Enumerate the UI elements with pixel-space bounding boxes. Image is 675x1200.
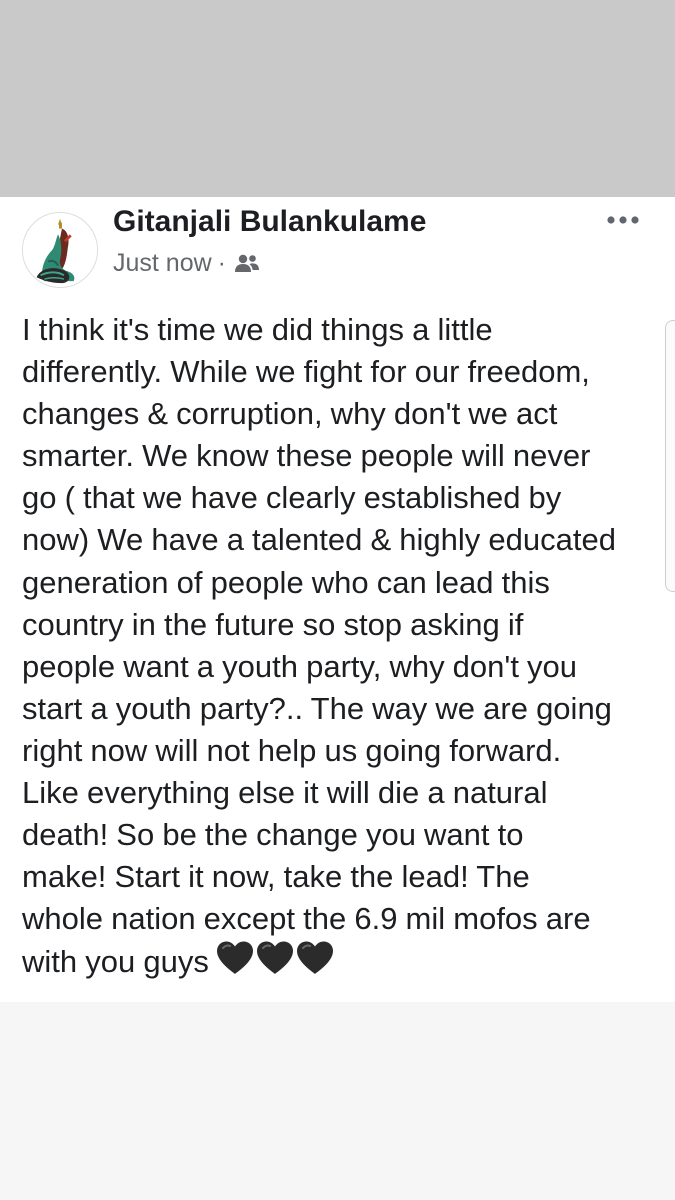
more-options-button[interactable] <box>600 207 646 233</box>
friends-icon[interactable] <box>234 253 260 275</box>
post-text: I think it's time we did things a little… <box>22 309 662 984</box>
black-heart-icon <box>295 940 335 976</box>
post-body-text: I think it's time we did things a little… <box>22 312 616 980</box>
scroll-indicator[interactable] <box>665 320 675 592</box>
author-name[interactable]: Gitanjali Bulankulame <box>113 205 426 239</box>
avatar[interactable] <box>22 212 98 288</box>
black-heart-icon <box>255 940 295 976</box>
meta-separator: · <box>217 249 226 277</box>
avatar-image <box>23 213 97 287</box>
post-meta: Just now · <box>113 249 260 278</box>
bottom-area <box>0 1002 675 1200</box>
more-options-icon <box>607 216 639 224</box>
black-heart-icon <box>215 940 255 976</box>
emoji-group <box>215 940 335 976</box>
post-timestamp[interactable]: Just now <box>113 249 212 278</box>
post-card: Gitanjali Bulankulame Just now · I think… <box>0 197 675 1002</box>
top-band <box>0 0 675 197</box>
